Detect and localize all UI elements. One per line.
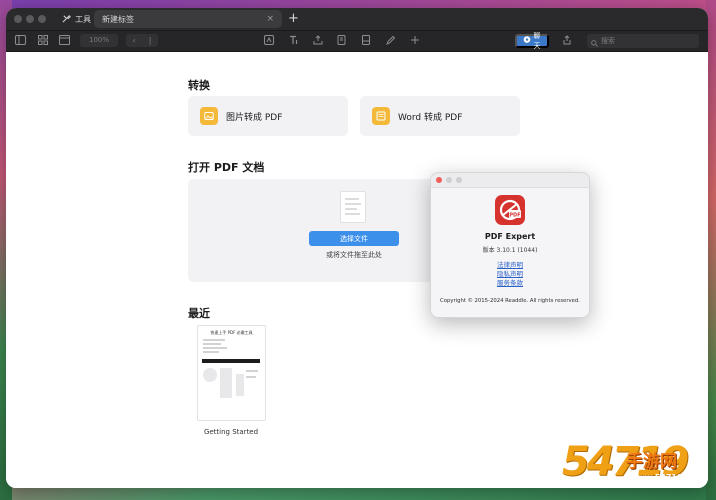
recent-document-thumbnail[interactable]: 快速上手 PDF 必嫩工具 bbox=[197, 325, 266, 421]
tools-icon bbox=[62, 14, 71, 25]
tab-close-icon[interactable]: × bbox=[266, 14, 274, 24]
window-close-button[interactable] bbox=[14, 15, 22, 23]
page-view-icon[interactable] bbox=[59, 35, 70, 49]
drag-hint-text: 或将文件拖至此处 bbox=[326, 251, 382, 259]
about-close-button[interactable] bbox=[436, 177, 442, 183]
about-dialog-titlebar bbox=[431, 173, 589, 188]
share-icon[interactable] bbox=[562, 35, 572, 49]
watermark-url: www.54719.com bbox=[630, 473, 705, 482]
document-icon bbox=[340, 191, 366, 223]
about-dialog: PDF PDF Expert 版本 3.10.1 (1044) 法律声明 隐私声… bbox=[430, 172, 590, 318]
window-zoom-button[interactable] bbox=[38, 15, 46, 23]
thumbnail-header-bar bbox=[202, 359, 260, 363]
sidebar-toggle-icon[interactable] bbox=[15, 35, 26, 49]
window-minimize-button[interactable] bbox=[26, 15, 34, 23]
edit-document-icon[interactable] bbox=[337, 35, 347, 49]
thumbnail-title: 快速上手 PDF 必嫩工具 bbox=[210, 330, 253, 335]
page-previous-icon[interactable]: ‹ bbox=[133, 34, 136, 47]
annotate-icon[interactable] bbox=[264, 35, 274, 49]
about-zoom-button[interactable] bbox=[456, 177, 462, 183]
tab-tools-label: 工具 bbox=[75, 14, 91, 24]
chat-button-label: 聊天 bbox=[533, 33, 541, 50]
open-pdf-section-title: 打开 PDF 文档 bbox=[188, 161, 265, 174]
chat-button[interactable]: 聊天 bbox=[515, 33, 549, 50]
pen-icon[interactable] bbox=[386, 35, 396, 49]
word-document-icon bbox=[372, 107, 390, 125]
image-to-pdf-label: 图片转成 PDF bbox=[226, 112, 283, 123]
app-version: 版本 3.10.1 (1044) bbox=[482, 247, 538, 254]
grid-view-icon[interactable] bbox=[38, 35, 48, 49]
zoom-level[interactable]: 100% bbox=[80, 34, 118, 47]
scan-icon[interactable] bbox=[361, 35, 371, 49]
add-icon[interactable] bbox=[410, 35, 420, 49]
text-tool-icon[interactable] bbox=[289, 35, 299, 49]
copyright-text: Copyright © 2015-2024 Readdle. All right… bbox=[440, 298, 580, 304]
add-tab-icon[interactable]: + bbox=[288, 10, 299, 28]
app-name: PDF Expert bbox=[484, 232, 536, 241]
image-to-pdf-card[interactable]: 图片转成 PDF bbox=[188, 96, 348, 136]
word-to-pdf-card[interactable]: Word 转成 PDF bbox=[360, 96, 520, 136]
tab-tools[interactable]: 工具 bbox=[62, 10, 91, 28]
toolbar: 100% ‹ | 聊天 bbox=[6, 30, 708, 52]
app-window: 工具 新建标签 × + 100% ‹ | 聊天 搜索 转换 图片转成 PDF W… bbox=[6, 8, 708, 488]
terms-of-service-link[interactable]: 服务条款 bbox=[431, 277, 589, 287]
image-icon bbox=[200, 107, 218, 125]
watermark-site-name: 手游网 bbox=[626, 452, 677, 472]
search-field[interactable] bbox=[587, 34, 699, 48]
pdf-expert-logo-icon: PDF bbox=[495, 195, 525, 225]
svg-text:PDF: PDF bbox=[509, 213, 520, 219]
search-icon bbox=[591, 32, 598, 51]
tab-new-tab-label: 新建标签 bbox=[102, 14, 134, 24]
convert-section-title: 转换 bbox=[188, 79, 210, 92]
about-minimize-button[interactable] bbox=[446, 177, 452, 183]
tab-new-tab[interactable]: 新建标签 × bbox=[94, 10, 282, 28]
search-input[interactable] bbox=[601, 37, 691, 45]
recent-document-caption: Getting Started bbox=[203, 428, 259, 436]
chat-icon bbox=[523, 36, 531, 46]
page-stepper[interactable]: ‹ | bbox=[126, 34, 158, 47]
start-page: 转换 图片转成 PDF Word 转成 PDF 打开 PDF 文档 选择文件 或… bbox=[6, 52, 708, 488]
recent-section-title: 最近 bbox=[188, 307, 210, 320]
site-watermark: 54719 手游网 www.54719.com bbox=[562, 437, 712, 497]
tab-bar: 工具 新建标签 × + bbox=[6, 8, 708, 30]
choose-file-button[interactable]: 选择文件 bbox=[309, 231, 399, 246]
word-to-pdf-label: Word 转成 PDF bbox=[398, 112, 463, 123]
share-export-icon[interactable] bbox=[313, 35, 323, 49]
page-next-icon[interactable]: | bbox=[149, 34, 152, 47]
